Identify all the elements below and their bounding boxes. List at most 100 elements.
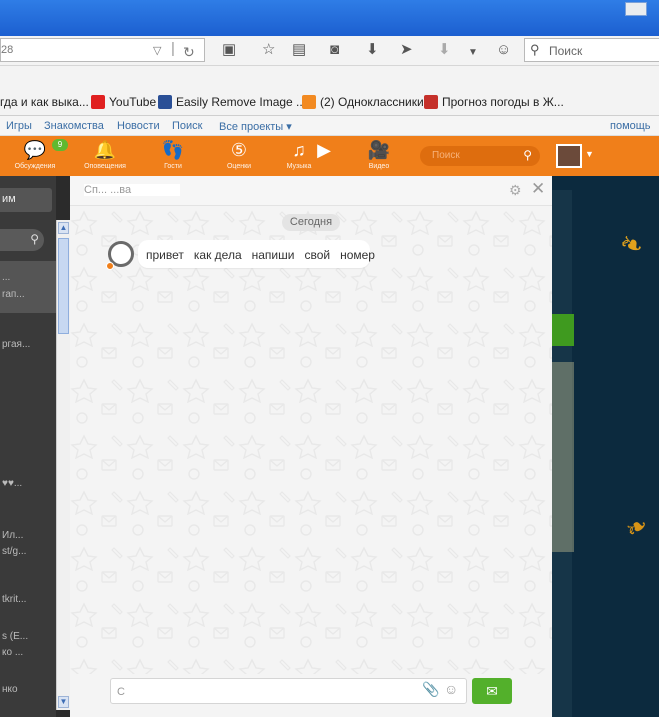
mail-icon (302, 95, 316, 109)
link-search[interactable]: Поиск (172, 120, 202, 132)
nav-guests[interactable]: 👣 Гости (148, 140, 198, 170)
pocket-icon[interactable]: ◙ (330, 41, 339, 59)
message-input[interactable]: С (110, 678, 467, 704)
bookmark-odnoklassniki[interactable]: (2) Одноклассники (302, 95, 424, 111)
url-text: 28 (1, 44, 14, 56)
ratings-icon: ⑤ (230, 140, 248, 160)
nav-label: Музыка (286, 163, 312, 170)
link-all-projects[interactable]: Все проекты ▾ (219, 120, 292, 133)
date-divider: Сегодня (282, 214, 340, 231)
tab-groups-icon[interactable]: ▣ (222, 41, 236, 59)
nav-notifications[interactable]: 🔔 Оповещения (80, 140, 130, 170)
bookmark-easily-remove[interactable]: Easily Remove Image ... (158, 95, 306, 111)
close-icon[interactable]: ✕ (531, 179, 545, 199)
green-block (552, 314, 574, 346)
chat-background-pattern (70, 206, 552, 674)
divider: | (171, 40, 175, 57)
browser-navbar: 28 ▽ | ↻ ▣ ☆ ▤ ◙ ⬇ ➤ ⬇ ▼ ☺ ⚲ Поиск (0, 36, 659, 66)
conversation-item[interactable]: tkrit... (2, 594, 54, 605)
browser-search-input[interactable]: ⚲ Поиск (524, 38, 659, 62)
conversation-item[interactable]: st/g... (2, 546, 54, 557)
download-icon[interactable]: ⬇ (366, 41, 379, 59)
search-icon: ⚲ (530, 42, 540, 57)
conversation-item[interactable]: ... (2, 272, 54, 283)
dropdown-icon[interactable]: ▽ (153, 44, 161, 57)
online-status-dot (106, 262, 114, 270)
gear-icon[interactable]: ⚙ (509, 182, 522, 199)
link-games[interactable]: Игры (6, 120, 32, 132)
window-control-button[interactable] (625, 2, 647, 16)
ok-search-input[interactable]: Поиск ⚲ (420, 146, 540, 166)
send-icon: ✉ (486, 683, 498, 699)
link-dating[interactable]: Знакомства (44, 120, 104, 132)
sidebar-button[interactable]: им (0, 188, 52, 212)
bookmark-label: Easily Remove Image ... (176, 95, 307, 109)
link-help[interactable]: помощь (610, 120, 651, 132)
user-avatar[interactable] (556, 144, 582, 168)
message-bubble: привет как дела напиши свой номер (138, 240, 375, 268)
bell-icon: 🔔 (93, 140, 117, 160)
link-news[interactable]: Новости (117, 120, 160, 132)
chat-header: Сп... ...ва ⚙ ✕ (70, 176, 552, 206)
nav-label: Оценки (226, 163, 252, 170)
conversation-item[interactable]: нко (2, 684, 54, 695)
bookmark-weather[interactable]: Прогноз погоды в Ж... (424, 95, 564, 111)
youtube-icon (91, 95, 105, 109)
conversation-item[interactable]: ♥♥... (2, 478, 54, 489)
paperclip-icon[interactable]: 📎 (422, 681, 439, 698)
reload-icon[interactable]: ↻ (183, 44, 195, 61)
send-button[interactable]: ✉ (472, 678, 512, 704)
nav-label: Обсуждения (14, 163, 56, 170)
smiley-icon[interactable]: ☺ (444, 681, 458, 697)
bookmark-label: гда и как выка... (0, 95, 89, 109)
discussions-badge: 9 (52, 139, 68, 151)
nav-label: Гости (164, 163, 182, 170)
bookmarks-list-icon[interactable]: ▤ (292, 41, 306, 59)
search-placeholder: Поиск (432, 150, 460, 161)
conversation-item[interactable]: ко ... (2, 647, 54, 658)
sidebar-selected-item[interactable] (0, 261, 56, 313)
bookmarks-toolbar: гда и как выка... YouTube Easily Remove … (0, 66, 659, 116)
scroll-up-icon[interactable]: ▲ (58, 222, 69, 234)
bookmark-item[interactable]: гда и как выка... (0, 95, 89, 111)
conversation-item[interactable]: Ил... (2, 530, 54, 541)
smiley-icon[interactable]: ☺ (496, 41, 511, 59)
nav-video[interactable]: 🎥 Видео (354, 140, 404, 170)
footprints-icon: 👣 (161, 140, 185, 160)
conversation-item[interactable]: ргая... (2, 339, 54, 350)
compose-area: С 📎 ☺ ✉ (70, 674, 552, 710)
site-icon (158, 95, 172, 109)
search-icon: ⚲ (30, 232, 39, 246)
nav-label: Оповещения (84, 163, 126, 170)
play-icon: ▶ (317, 140, 331, 160)
play-icon[interactable]: ▶ (304, 140, 344, 160)
ok-top-links: Игры Знакомства Новости Поиск Все проект… (0, 116, 659, 136)
bookmark-star-icon[interactable]: ☆ (262, 41, 275, 59)
conversation-item[interactable]: rап... (2, 289, 54, 300)
bookmark-label: YouTube (109, 95, 157, 109)
compose-placeholder: С (117, 686, 125, 698)
sidebar-search[interactable]: ⚲ (0, 229, 44, 251)
search-icon: ⚲ (523, 148, 532, 162)
video-icon: 🎥 (367, 140, 391, 160)
nav-label: Видео (368, 163, 390, 170)
weather-icon (424, 95, 438, 109)
conversation-item[interactable]: s (E... (2, 631, 54, 642)
nav-ratings[interactable]: ⑤ Оценки (214, 140, 264, 170)
window-titlebar (0, 0, 659, 36)
url-bar[interactable]: 28 ▽ | ↻ (0, 38, 205, 62)
download-disabled-icon: ⬇ (438, 41, 451, 58)
send-tab-icon[interactable]: ➤ (400, 41, 413, 59)
content-block (552, 362, 574, 552)
scrollbar-thumb[interactable] (58, 238, 69, 334)
chevron-down-icon[interactable]: ▼ (585, 149, 594, 159)
bookmark-label: (2) Одноклассники (320, 95, 424, 109)
search-placeholder: Поиск (549, 44, 583, 58)
sidebar-scrollbar[interactable]: ▲ ▼ (56, 220, 70, 710)
chat-contact-name[interactable]: Сп... ...ва (84, 184, 180, 196)
bookmark-youtube[interactable]: YouTube (91, 95, 156, 111)
message-text: привет как дела напиши свой номер (146, 248, 375, 262)
scroll-down-icon[interactable]: ▼ (58, 696, 69, 708)
overflow-menu-icon[interactable]: ▼ (468, 44, 478, 62)
bookmark-label: Прогноз погоды в Ж... (442, 95, 564, 109)
